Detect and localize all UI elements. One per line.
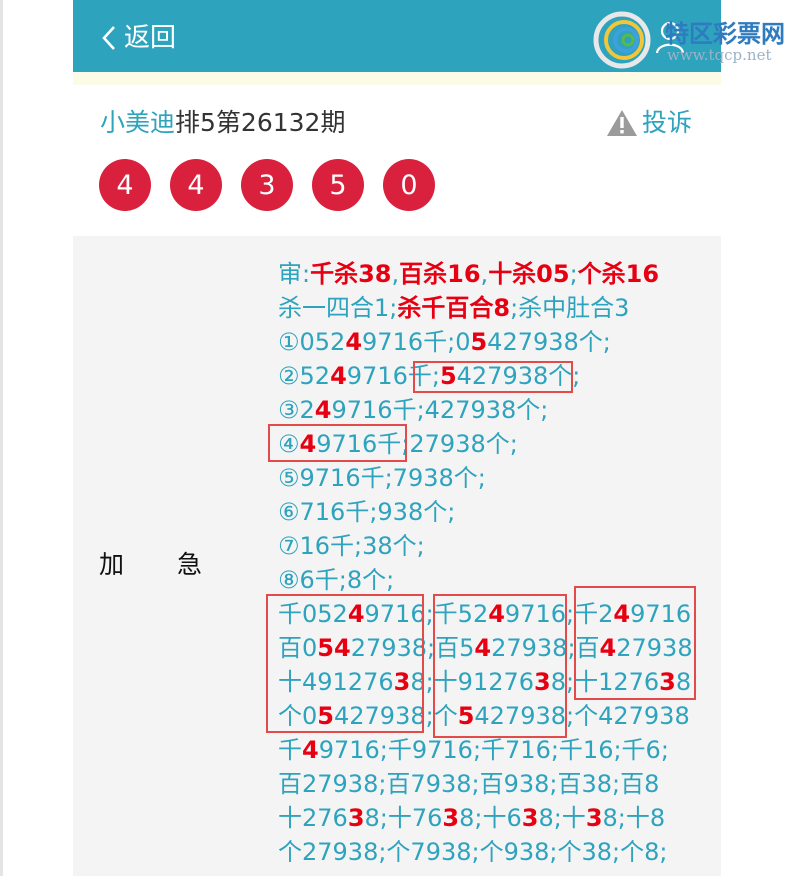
prediction-line: 个27938;个7938;个938;个38;个8;: [278, 835, 718, 869]
annotation-box: [574, 586, 696, 700]
prediction-line: ⑤9716千;7938个;: [278, 461, 718, 495]
line-text: 8;十: [538, 804, 586, 832]
line-text: ⑥716千;938个;: [278, 498, 456, 526]
line-text: 个27938;个7938;个938;个38;个8;: [278, 838, 668, 866]
highlight-text: 4: [330, 362, 347, 390]
result-ball: 3: [241, 159, 293, 211]
result-ball: 5: [312, 159, 364, 211]
prediction-line: 千49716;千9716;千716;千16;千6;: [278, 733, 718, 767]
issue-label: 排5第26132期: [175, 108, 346, 137]
highlight-text: 十杀05: [488, 260, 570, 288]
prediction-line: 十27638;十7638;十638;十38;十8: [278, 801, 718, 835]
line-text: 杀一四合1;: [278, 294, 398, 322]
prediction-line: ③249716千;427938个;: [278, 393, 718, 427]
line-text: ;杀中肚合3: [510, 294, 630, 322]
highlight-text: 百杀16: [399, 260, 481, 288]
line-text: ②52: [278, 362, 331, 390]
line-text: 9716千;0: [362, 328, 471, 356]
post-title: 小美迪排5第26132期: [100, 106, 345, 140]
header-strip: [73, 72, 721, 85]
prediction-content: 审:千杀38,百杀16,十杀05;个杀16 杀一四合1;杀千百合8;杀中肚合3 ①0…: [278, 257, 718, 869]
line-text: 百27938;百7938;百938;百38;百8: [278, 770, 660, 798]
urgent-label-char: 急: [177, 550, 203, 579]
highlight-text: 杀千百合8: [397, 294, 511, 322]
result-ball: 4: [170, 159, 222, 211]
chevron-left-icon: [102, 26, 115, 50]
author-link[interactable]: 小美迪: [100, 108, 175, 137]
logo-swirl-icon: [593, 11, 651, 69]
annotation-box: [433, 594, 567, 738]
prediction-line: ①05249716千;05427938个;: [278, 325, 718, 359]
line-text: ⑧6千;8个;: [278, 566, 395, 594]
line-text: ⑦16千;38个;: [278, 532, 425, 560]
highlight-text: 3: [585, 804, 603, 832]
urgent-label: 加急: [99, 545, 202, 581]
annotation-box: [268, 424, 407, 462]
line-text: 千: [278, 736, 302, 764]
line-text: 8;十8: [602, 804, 666, 832]
line-text: 9716;千9716;千716;千16;千6;: [318, 736, 669, 764]
highlight-text: 3: [442, 804, 460, 832]
logo-text: 特区彩票网: [665, 20, 785, 48]
result-balls: 4 4 3 5 0: [99, 159, 454, 211]
warning-icon: [607, 110, 637, 136]
highlight-text: 3: [347, 804, 365, 832]
prediction-line: 百27938;百7938;百938;百38;百8: [278, 767, 718, 801]
prediction-line: ⑥716千;938个;: [278, 495, 718, 529]
line-text: 8;十76: [364, 804, 443, 832]
line-text: ⑤9716千;7938个;: [278, 464, 486, 492]
result-ball: 0: [383, 159, 435, 211]
result-ball: 4: [99, 159, 151, 211]
urgent-label-char: 加: [99, 550, 125, 579]
highlight-text: 3: [521, 804, 539, 832]
line-text: 审:: [278, 260, 311, 288]
highlight-text: 4: [345, 328, 363, 356]
highlight-text: 千杀38: [310, 260, 392, 288]
line-text: ①052: [278, 328, 346, 356]
highlight-text: 4: [302, 736, 319, 764]
line-text: 十276: [278, 804, 348, 832]
line-text: 9716千;427938个;: [331, 396, 549, 424]
line-text: ,: [391, 260, 400, 288]
back-button[interactable]: 返回: [100, 20, 176, 56]
line-text: ③2: [278, 396, 315, 424]
highlight-text: 个杀16: [577, 260, 660, 288]
highlight-text: 4: [314, 396, 332, 424]
prediction-line: 审:千杀38,百杀16,十杀05;个杀16: [278, 257, 718, 291]
line-text: 427938个;: [487, 328, 611, 356]
prediction-line: ⑦16千;38个;: [278, 529, 718, 563]
complain-label: 投诉: [642, 108, 693, 137]
back-label: 返回: [124, 23, 177, 53]
line-text: ;: [569, 260, 578, 288]
logo-url: www.tqcp.net: [667, 46, 772, 64]
annotation-box: [413, 361, 573, 393]
line-text: 8;十6: [459, 804, 522, 832]
left-scroll-edge: [0, 0, 3, 876]
complain-button[interactable]: 投诉: [606, 106, 692, 140]
highlight-text: 5: [470, 328, 488, 356]
annotation-box: [266, 594, 424, 733]
watermark-logo: 特区彩票网 www.tqcp.net: [592, 10, 792, 70]
prediction-line: 杀一四合1;杀千百合8;杀中肚合3: [278, 291, 718, 325]
